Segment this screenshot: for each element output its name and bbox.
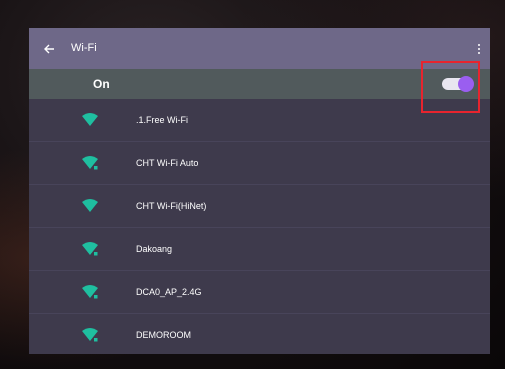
wifi-toggle-label: On xyxy=(93,77,110,91)
network-item[interactable]: CHT Wi-Fi(HiNet) xyxy=(29,185,490,228)
back-button[interactable] xyxy=(40,40,58,58)
network-name: Dakoang xyxy=(136,244,173,254)
network-item[interactable]: CHT Wi-Fi Auto xyxy=(29,142,490,185)
network-item[interactable]: DCA0_AP_2.4G xyxy=(29,271,490,314)
wifi-icon xyxy=(82,113,98,126)
network-name: CHT Wi-Fi Auto xyxy=(136,158,199,168)
more-vert-icon xyxy=(478,44,480,46)
more-vert-icon-dot xyxy=(478,48,480,50)
network-item[interactable]: Dakoang xyxy=(29,228,490,271)
network-item[interactable]: DEMOROOM xyxy=(29,314,490,354)
wifi-lock-icon xyxy=(82,285,98,299)
network-name: .1.Free Wi-Fi xyxy=(136,115,189,125)
arrow-back-icon xyxy=(44,44,54,54)
network-list: .1.Free Wi-Fi CHT Wi-Fi Auto CHT Wi-Fi(HiN… xyxy=(29,99,490,354)
more-options-button[interactable] xyxy=(472,40,486,58)
network-name: CHT Wi-Fi(HiNet) xyxy=(136,201,207,211)
page-title: Wi-Fi xyxy=(71,42,97,54)
wifi-lock-icon xyxy=(82,156,98,170)
highlight-box xyxy=(421,61,480,113)
wifi-lock-icon xyxy=(82,242,98,256)
wifi-lock-icon xyxy=(82,328,98,342)
wifi-icon xyxy=(82,199,98,212)
network-name: DEMOROOM xyxy=(136,330,191,340)
more-vert-icon-dot xyxy=(478,52,480,54)
network-name: DCA0_AP_2.4G xyxy=(136,287,202,297)
